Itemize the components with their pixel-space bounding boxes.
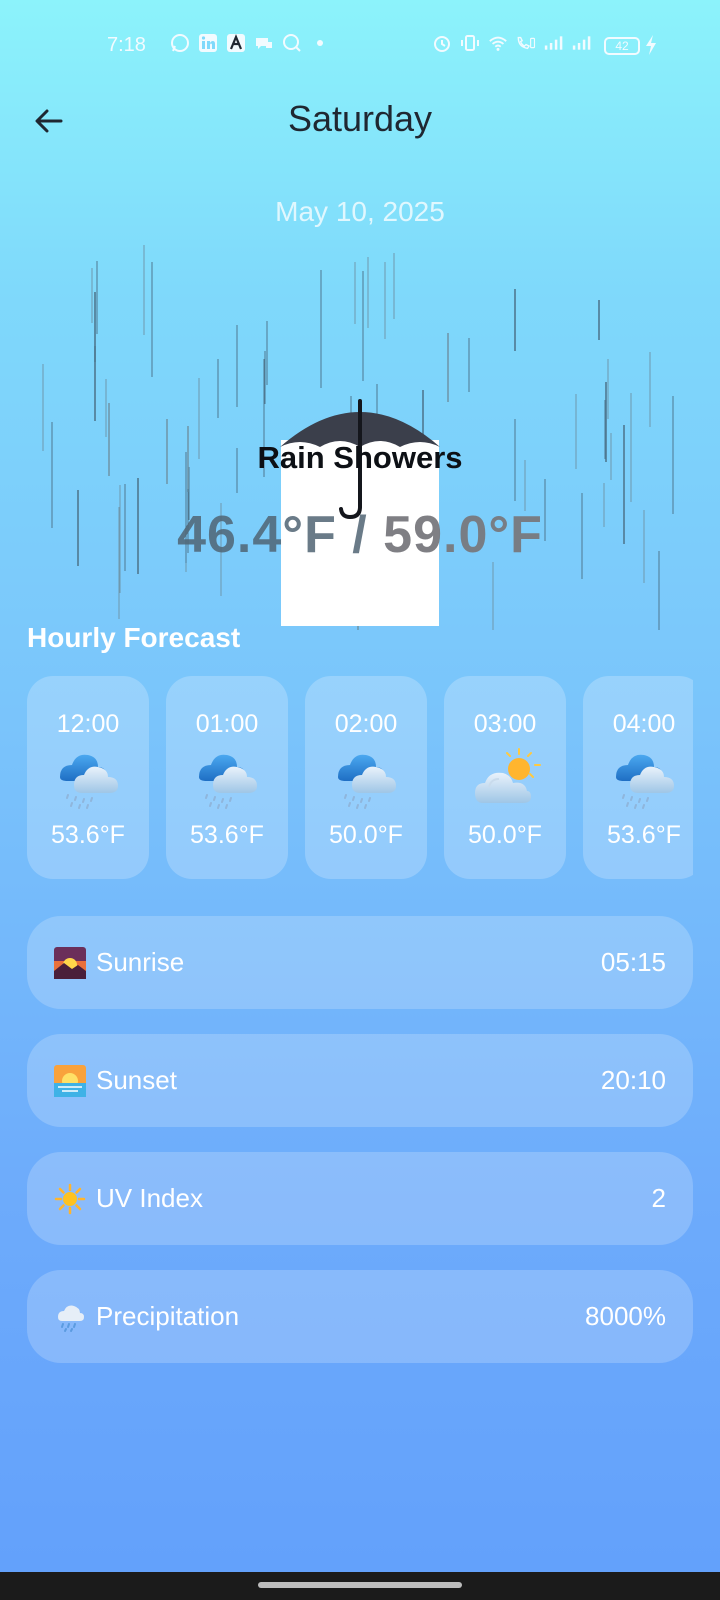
- page-title: Saturday: [287, 98, 433, 139]
- sunset-card: Sunset 20:10: [27, 1034, 693, 1127]
- high-temp: 59.0°F: [383, 506, 543, 564]
- rain-cloud-icon: [59, 753, 119, 809]
- hourly-forecast-title: Hourly Forecast: [27, 622, 241, 653]
- status-time: 7:18: [107, 34, 146, 56]
- call-icon: [516, 33, 536, 53]
- hourly-card[interactable]: 02:00 50.0°F: [305, 676, 427, 879]
- hour-temp: 53.6°F: [190, 821, 264, 849]
- precipitation-label: Precipitation: [96, 1301, 240, 1331]
- linkedin-icon: [198, 33, 218, 53]
- chat-icon: [254, 33, 274, 53]
- sun-cloud-icon: [474, 748, 541, 804]
- hour-time: 04:00: [612, 710, 676, 738]
- sunset-label: Sunset: [96, 1065, 177, 1095]
- app-a-icon: [226, 33, 246, 53]
- temp-separator: /: [336, 506, 384, 564]
- signal-icon: [544, 33, 564, 53]
- app-header: Saturday: [0, 90, 720, 150]
- system-icons: [432, 33, 592, 53]
- hour-time: 12:00: [56, 710, 120, 738]
- vibrate-icon: [460, 33, 480, 53]
- navigation-bar: [0, 1572, 720, 1600]
- rain-cloud-icon: [198, 753, 258, 809]
- hour-time: 01:00: [195, 710, 259, 738]
- hourly-forecast-list[interactable]: 12:00 53.6°F 01:00 53.6°F 02:00 50.0°F 0…: [27, 676, 693, 880]
- rain-cloud-icon: [615, 753, 675, 809]
- dot-icon: [310, 33, 330, 53]
- hour-temp: 50.0°F: [468, 821, 542, 849]
- signal-icon: [572, 33, 592, 53]
- notification-icons: [170, 33, 330, 53]
- sunset-icon: [54, 1064, 86, 1097]
- battery-indicator: 42: [604, 37, 640, 55]
- hour-temp: 53.6°F: [607, 821, 681, 849]
- status-bar: 7:18 42: [0, 0, 720, 90]
- precipitation-card: Precipitation 8000%: [27, 1270, 693, 1363]
- low-temp: 46.4°F: [177, 506, 337, 564]
- hour-temp: 53.6°F: [51, 821, 125, 849]
- whatsapp-icon: [170, 33, 190, 53]
- hourly-card[interactable]: 04:00 53.6°F: [583, 676, 693, 879]
- home-gesture-handle[interactable]: [258, 1582, 462, 1588]
- weather-condition: Rain Showers: [257, 440, 463, 475]
- rain-cloud-icon: [337, 753, 397, 809]
- charging-icon: [644, 34, 658, 62]
- alarm-icon: [432, 33, 452, 53]
- hour-temp: 50.0°F: [329, 821, 403, 849]
- sunrise-icon: [54, 946, 86, 979]
- hourly-card[interactable]: 12:00 53.6°F: [27, 676, 149, 879]
- hourly-card[interactable]: 03:00 50.0°F: [444, 676, 566, 879]
- hour-time: 02:00: [334, 710, 398, 738]
- rain-icon: [54, 1301, 86, 1333]
- temperature-range: 46.4°F / 59.0°F: [0, 505, 720, 565]
- hourly-card[interactable]: 01:00 53.6°F: [166, 676, 288, 879]
- precipitation-value: 8000%: [585, 1301, 666, 1331]
- sunrise-label: Sunrise: [96, 947, 185, 977]
- sunset-value: 20:10: [600, 1065, 666, 1095]
- forecast-date: May 10, 2025: [275, 196, 445, 227]
- sunrise-value: 05:15: [600, 947, 666, 977]
- uv-index-card: UV Index 2: [27, 1152, 693, 1245]
- search-icon: [282, 33, 302, 53]
- sun-icon: [54, 1183, 86, 1215]
- wifi-icon: [488, 33, 508, 53]
- uv-index-label: UV Index: [96, 1183, 203, 1213]
- hour-time: 03:00: [473, 710, 537, 738]
- sunrise-card: Sunrise 05:15: [27, 916, 693, 1009]
- uv-index-value: 2: [651, 1183, 666, 1213]
